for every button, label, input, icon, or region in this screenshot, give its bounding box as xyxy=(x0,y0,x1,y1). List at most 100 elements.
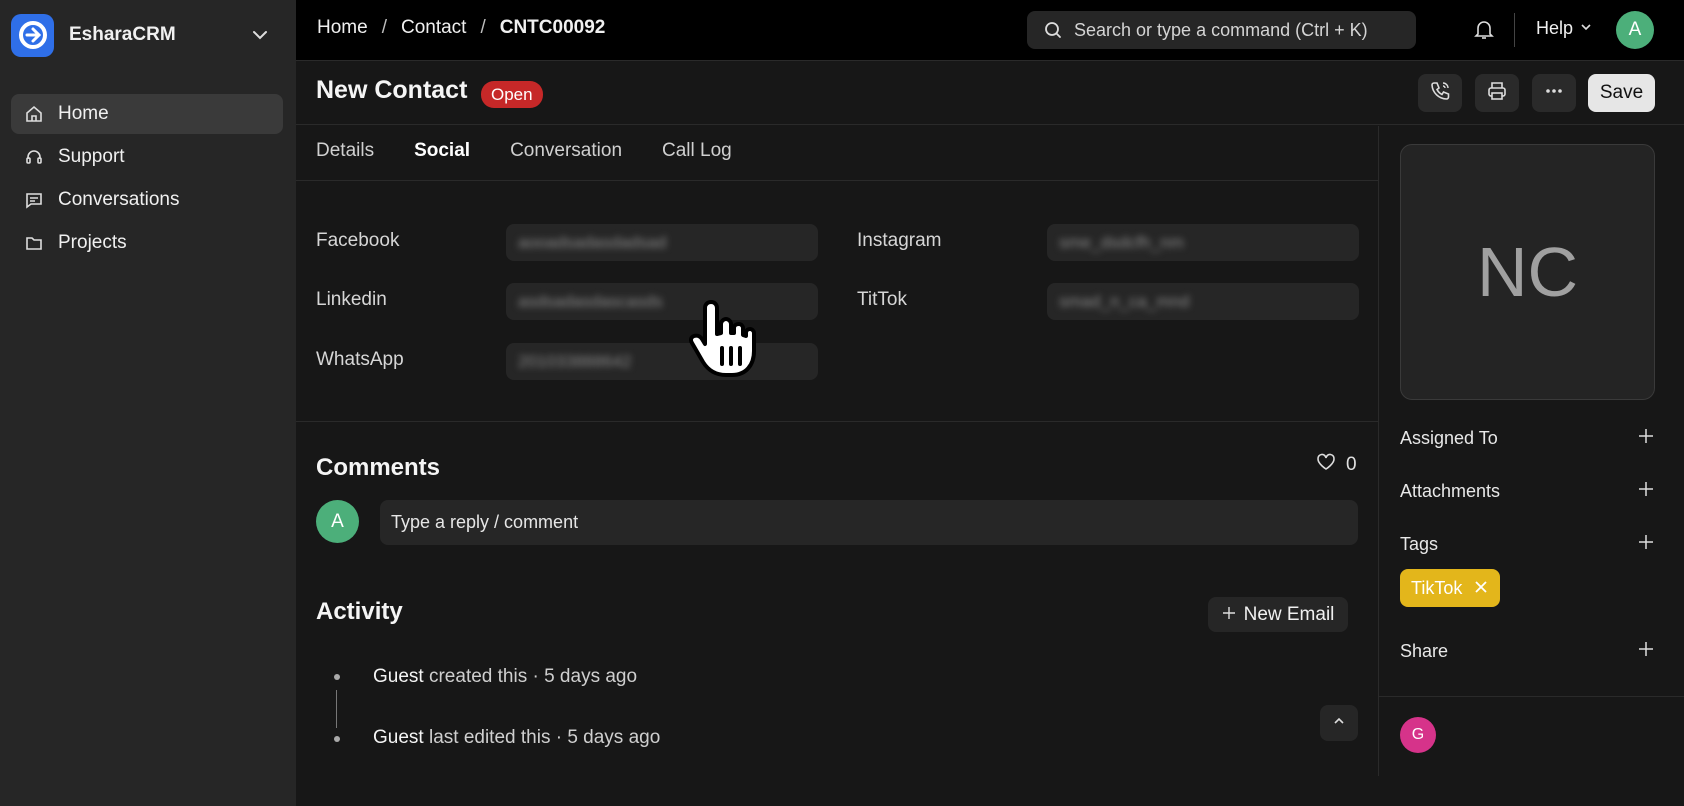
comments-title: Comments xyxy=(316,454,441,481)
share-row: Share xyxy=(1400,640,1655,663)
timeline-bullet xyxy=(334,736,340,742)
user-avatar[interactable]: A xyxy=(1616,11,1654,49)
new-email-button[interactable]: New Email xyxy=(1208,597,1348,632)
whatsapp-field[interactable]: 201033888642 xyxy=(506,343,818,380)
linkedin-field[interactable]: asdsadasdascasds xyxy=(506,283,818,320)
sidebar-item-conversations[interactable]: Conversations xyxy=(11,180,283,220)
viewer-avatar: G xyxy=(1400,717,1436,753)
facebook-field[interactable]: aooadsadasdadsad xyxy=(506,224,818,261)
phone-icon xyxy=(1429,80,1451,107)
timeline-bullet xyxy=(334,674,340,680)
activity-text: last edited this · 5 days ago xyxy=(423,727,661,748)
tab-bar: Details Social Conversation Call Log xyxy=(296,126,1378,181)
notification-bell-icon[interactable] xyxy=(1473,18,1495,45)
help-menu[interactable]: Help xyxy=(1536,18,1593,39)
print-button[interactable] xyxy=(1475,74,1519,112)
more-horizontal-icon xyxy=(1543,80,1565,107)
column-divider xyxy=(1378,126,1379,776)
sidebar-nav: Home Support Conversations Projects xyxy=(11,94,283,266)
breadcrumb-home[interactable]: Home xyxy=(317,17,368,39)
share-label: Share xyxy=(1400,641,1449,661)
contact-avatar[interactable]: NC xyxy=(1400,144,1655,400)
headset-icon xyxy=(24,147,44,167)
folder-icon xyxy=(24,233,44,253)
tiktok-value: smad_n_ca_mnd xyxy=(1059,292,1190,311)
assigned-to-row: Assigned To xyxy=(1400,427,1655,450)
like-button[interactable]: 0 xyxy=(1316,452,1357,478)
page-header: New Contact Open Save xyxy=(296,62,1684,125)
add-assignee-plus-icon[interactable] xyxy=(1637,427,1655,450)
chevron-down-icon[interactable] xyxy=(251,26,269,49)
tiktok-label: TitTok xyxy=(857,289,907,310)
search-input[interactable]: Search or type a command (Ctrl + K) xyxy=(1027,11,1416,49)
hand-cursor-icon xyxy=(688,296,759,385)
breadcrumb-current[interactable]: CNTC00092 xyxy=(500,17,606,39)
add-attachment-plus-icon[interactable] xyxy=(1637,480,1655,503)
breadcrumb: Home / Contact / CNTC00092 xyxy=(317,17,605,39)
instagram-field[interactable]: sme_dsdcfh_nm xyxy=(1047,224,1359,261)
activity-actor[interactable]: Guest xyxy=(373,666,424,687)
comment-placeholder: Type a reply / comment xyxy=(391,512,579,532)
instagram-label: Instagram xyxy=(857,230,942,251)
breadcrumb-separator: / xyxy=(381,17,387,38)
tab-social[interactable]: Social xyxy=(414,126,470,180)
activity-actor[interactable]: Guest xyxy=(373,727,424,748)
instagram-value: sme_dsdcfh_nm xyxy=(1059,233,1184,252)
chevron-up-icon xyxy=(1332,714,1346,733)
whatsapp-value: 201033888642 xyxy=(518,352,632,371)
help-label: Help xyxy=(1536,18,1574,38)
tag-chip: TikTok xyxy=(1400,569,1501,607)
sidebar-item-projects[interactable]: Projects xyxy=(11,223,283,263)
search-placeholder: Search or type a command (Ctrl + K) xyxy=(1074,19,1368,40)
tab-conversation[interactable]: Conversation xyxy=(510,126,622,180)
facebook-value: aooadsadasdadsad xyxy=(518,233,667,252)
activity-item: Guest last edited this · 5 days ago xyxy=(373,727,660,749)
more-options-button[interactable] xyxy=(1532,74,1576,112)
save-button[interactable]: Save xyxy=(1588,74,1655,112)
breadcrumb-contact[interactable]: Contact xyxy=(401,17,466,39)
call-button[interactable] xyxy=(1418,74,1462,112)
activity-title: Activity xyxy=(316,598,403,625)
assigned-to-label: Assigned To xyxy=(1400,428,1498,448)
attachments-row: Attachments xyxy=(1400,480,1655,503)
tab-details[interactable]: Details xyxy=(316,126,374,180)
add-share-plus-icon[interactable] xyxy=(1637,640,1655,663)
plus-icon xyxy=(1222,604,1236,626)
tiktok-field[interactable]: smad_n_ca_mnd xyxy=(1047,283,1359,320)
sidebar-item-label: Projects xyxy=(58,232,127,253)
activity-item: Guest created this · 5 days ago xyxy=(373,666,637,688)
like-count: 0 xyxy=(1346,454,1357,475)
printer-icon xyxy=(1486,80,1508,107)
chat-icon xyxy=(24,190,44,210)
breadcrumb-separator: / xyxy=(480,17,486,38)
tags-row: Tags xyxy=(1400,533,1655,556)
divider xyxy=(1514,13,1515,47)
sidebar-item-support[interactable]: Support xyxy=(11,137,283,177)
sidebar: EsharaCRM Home Support Conversations Pro… xyxy=(0,0,296,806)
page-title: New Contact xyxy=(316,76,468,104)
app-name: EsharaCRM xyxy=(69,24,176,45)
section-divider xyxy=(296,421,1378,422)
linkedin-value: asdsadasdascasds xyxy=(518,292,663,311)
status-badge: Open xyxy=(481,81,543,108)
search-icon xyxy=(1044,21,1062,39)
topbar: Home / Contact / CNTC00092 Search or typ… xyxy=(296,0,1684,61)
tags-label: Tags xyxy=(1400,534,1439,554)
heart-icon xyxy=(1316,452,1336,478)
chevron-down-icon xyxy=(1579,18,1593,39)
collapse-button[interactable] xyxy=(1320,705,1358,741)
workspace-switcher[interactable]: EsharaCRM xyxy=(11,13,283,57)
facebook-label: Facebook xyxy=(316,230,400,251)
activity-text: created this · 5 days ago xyxy=(423,666,638,687)
comment-input[interactable]: Type a reply / comment xyxy=(380,500,1358,545)
attachments-label: Attachments xyxy=(1400,481,1501,501)
home-icon xyxy=(24,104,44,124)
close-icon[interactable] xyxy=(1474,578,1488,599)
sidebar-item-home[interactable]: Home xyxy=(11,94,283,134)
avatar: A xyxy=(316,500,359,543)
add-tag-plus-icon[interactable] xyxy=(1637,533,1655,556)
tab-call-log[interactable]: Call Log xyxy=(662,126,732,180)
sidebar-item-label: Home xyxy=(58,103,109,124)
divider xyxy=(1379,696,1684,697)
app-logo-icon xyxy=(11,13,54,57)
